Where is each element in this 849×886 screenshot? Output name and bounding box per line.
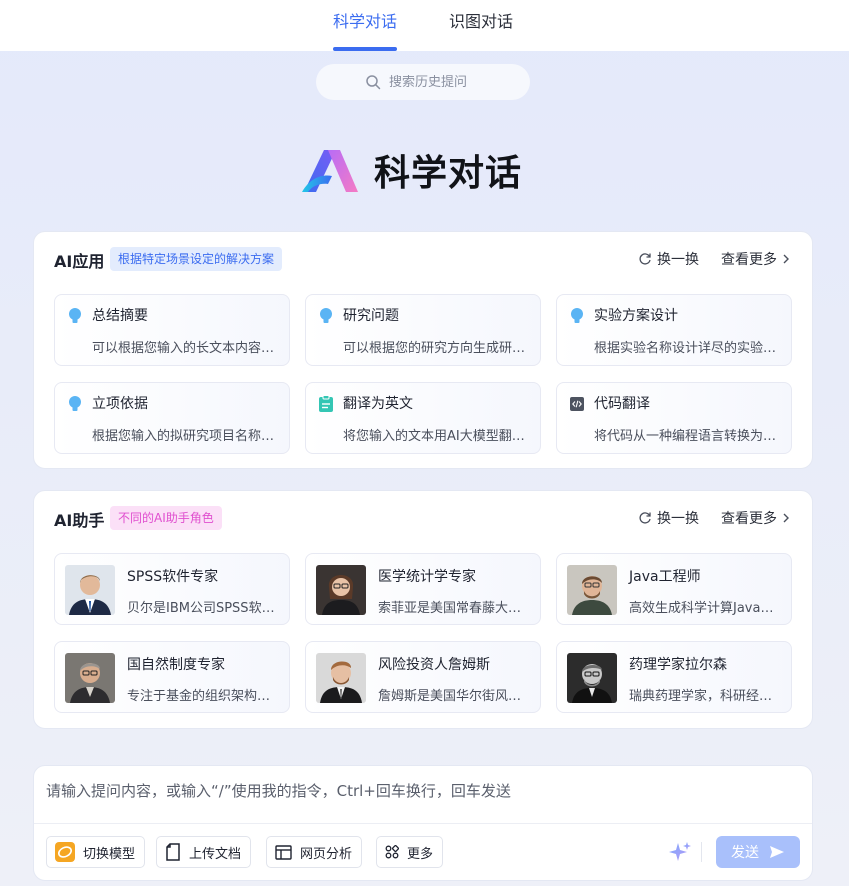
app-card-experiment-design[interactable]: 实验方案设计 根据实验名称设计详尽的实验方案 (556, 294, 792, 366)
composer-separator (701, 842, 702, 862)
ai-apps-refresh-button[interactable]: 换一换 (638, 249, 699, 269)
refresh-icon (639, 253, 651, 265)
more-tools-button[interactable]: 更多 (376, 836, 444, 868)
assistant-card-title: 医学统计学专家 (378, 569, 476, 585)
bulb-icon (320, 308, 332, 323)
app-card-title: 总结摘要 (92, 308, 148, 324)
tab-science-chat[interactable]: 科学对话 (333, 0, 397, 51)
clipboard-icon (319, 395, 333, 412)
ai-apps-refresh-label: 换一换 (657, 252, 699, 268)
assistant-card-title: 风险投资人詹姆斯 (378, 657, 490, 673)
app-card-desc: 将您输入的文本用AI大模型翻译为英文 (343, 429, 529, 444)
assistant-card-desc: 高效生成科学计算Java代码 (629, 601, 781, 616)
assistant-card-spss[interactable]: SPSS软件专家 贝尔是IBM公司SPSS软件专家 (54, 553, 290, 625)
brand-title: 科学对话 (374, 153, 523, 194)
history-search[interactable] (316, 64, 530, 100)
top-tab-bar: 科学对话 识图对话 (0, 0, 849, 51)
chevron-right-icon (783, 513, 789, 523)
tab-image-chat[interactable]: 识图对话 (449, 0, 513, 51)
assistant-card-med-stats[interactable]: 医学统计学专家 索菲亚是美国常春藤大学统计学教授 (305, 553, 541, 625)
send-button[interactable]: 发送 (716, 836, 800, 868)
avatar (65, 653, 115, 703)
app-card-desc: 根据实验名称设计详尽的实验方案 (594, 341, 780, 356)
code-icon (570, 397, 584, 411)
app-card-title: 实验方案设计 (594, 308, 678, 324)
ai-assistants-refresh-button[interactable]: 换一换 (638, 508, 699, 528)
composer-divider (34, 823, 812, 824)
more-tools-label: 更多 (407, 846, 434, 862)
assistant-card-title: Java工程师 (629, 569, 701, 585)
ai-apps-more-label: 查看更多 (721, 252, 777, 268)
app-card-title: 研究问题 (343, 308, 399, 324)
document-icon (166, 843, 180, 861)
assistant-card-pharma-larsen[interactable]: 药理学家拉尔森 瑞典药理学家，科研经验丰富 (556, 641, 792, 713)
app-card-desc: 根据您输入的拟研究项目名称生成立项依据 (92, 429, 278, 444)
grid-icon (385, 845, 399, 859)
ai-assistants-title: AI助手 (54, 511, 105, 530)
message-input[interactable] (46, 780, 796, 820)
upload-document-button[interactable]: 上传文档 (156, 836, 252, 868)
bulb-icon (571, 308, 583, 323)
model-icon (55, 842, 75, 862)
ai-apps-panel: AI应用 根据特定场景设定的解决方案 换一换 查看更多 总结摘要 可以根据您输入… (33, 231, 813, 469)
bulb-icon (69, 308, 81, 323)
refresh-icon (639, 512, 651, 524)
assistant-card-vc-james[interactable]: 风险投资人詹姆斯 詹姆斯是美国华尔街风险投资人 (305, 641, 541, 713)
assistant-card-desc: 贝尔是IBM公司SPSS软件专家 (127, 601, 279, 616)
assistant-card-desc: 瑞典药理学家，科研经验丰富 (629, 689, 781, 704)
ai-assistants-refresh-label: 换一换 (657, 511, 699, 527)
webpage-analysis-button[interactable]: 网页分析 (266, 836, 363, 868)
webpage-icon (275, 844, 292, 860)
assistant-card-title: SPSS软件专家 (127, 569, 219, 585)
paper-plane-icon (770, 846, 784, 858)
avatar (65, 565, 115, 615)
ai-assistants-tag: 不同的AI助手角色 (110, 506, 222, 530)
switch-model-button[interactable]: 切换模型 (46, 836, 146, 868)
app-card-research-question[interactable]: 研究问题 可以根据您的研究方向生成研究问题 (305, 294, 541, 366)
assistant-card-title: 国自然制度专家 (127, 657, 225, 673)
app-card-desc: 将代码从一种编程语言转换为另一种 (594, 429, 780, 444)
sparkle-icon[interactable] (668, 840, 692, 864)
assistant-card-desc: 索菲亚是美国常春藤大学统计学教授 (378, 601, 530, 616)
app-card-translate-english[interactable]: 翻译为英文 将您输入的文本用AI大模型翻译为英文 (305, 382, 541, 454)
assistant-card-nsfc[interactable]: 国自然制度专家 专注于基金的组织架构与制度 (54, 641, 290, 713)
assistant-card-desc: 詹姆斯是美国华尔街风险投资人 (378, 689, 530, 704)
ai-assistants-panel: AI助手 不同的AI助手角色 换一换 查看更多 SPSS软件专家 贝尔是IBM公… (33, 490, 813, 729)
brand-logo-icon (302, 150, 358, 192)
avatar (567, 565, 617, 615)
search-icon (366, 75, 381, 90)
upload-document-label: 上传文档 (189, 846, 242, 862)
message-composer: 切换模型 上传文档 网页分析 更多 (33, 765, 813, 881)
ai-apps-more-link[interactable]: 查看更多 (721, 249, 790, 269)
app-card-desc: 可以根据您输入的长文本内容生成摘要 (92, 341, 278, 356)
webpage-analysis-label: 网页分析 (300, 846, 353, 862)
assistant-card-desc: 专注于基金的组织架构与制度 (127, 689, 279, 704)
avatar (567, 653, 617, 703)
bulb-icon (69, 396, 81, 411)
app-card-title: 立项依据 (92, 396, 148, 412)
brand: 科学对话 (302, 146, 522, 194)
app-card-code-translate[interactable]: 代码翻译 将代码从一种编程语言转换为另一种 (556, 382, 792, 454)
chevron-right-icon (783, 254, 789, 264)
app-card-desc: 可以根据您的研究方向生成研究问题 (343, 341, 529, 356)
ai-apps-tag: 根据特定场景设定的解决方案 (110, 247, 283, 271)
assistant-card-title: 药理学家拉尔森 (629, 657, 727, 673)
assistant-card-java[interactable]: Java工程师 高效生成科学计算Java代码 (556, 553, 792, 625)
ai-assistants-more-link[interactable]: 查看更多 (721, 508, 790, 528)
ai-apps-title: AI应用 (54, 252, 105, 271)
ai-assistants-more-label: 查看更多 (721, 511, 777, 527)
send-label: 发送 (731, 845, 759, 861)
app-card-summary[interactable]: 总结摘要 可以根据您输入的长文本内容生成摘要 (54, 294, 290, 366)
app-card-title: 翻译为英文 (343, 396, 413, 412)
switch-model-label: 切换模型 (83, 846, 136, 862)
avatar (316, 653, 366, 703)
app-card-title: 代码翻译 (594, 396, 650, 412)
avatar (316, 565, 366, 615)
app-card-project-basis[interactable]: 立项依据 根据您输入的拟研究项目名称生成立项依据 (54, 382, 290, 454)
history-search-input[interactable] (389, 74, 481, 90)
